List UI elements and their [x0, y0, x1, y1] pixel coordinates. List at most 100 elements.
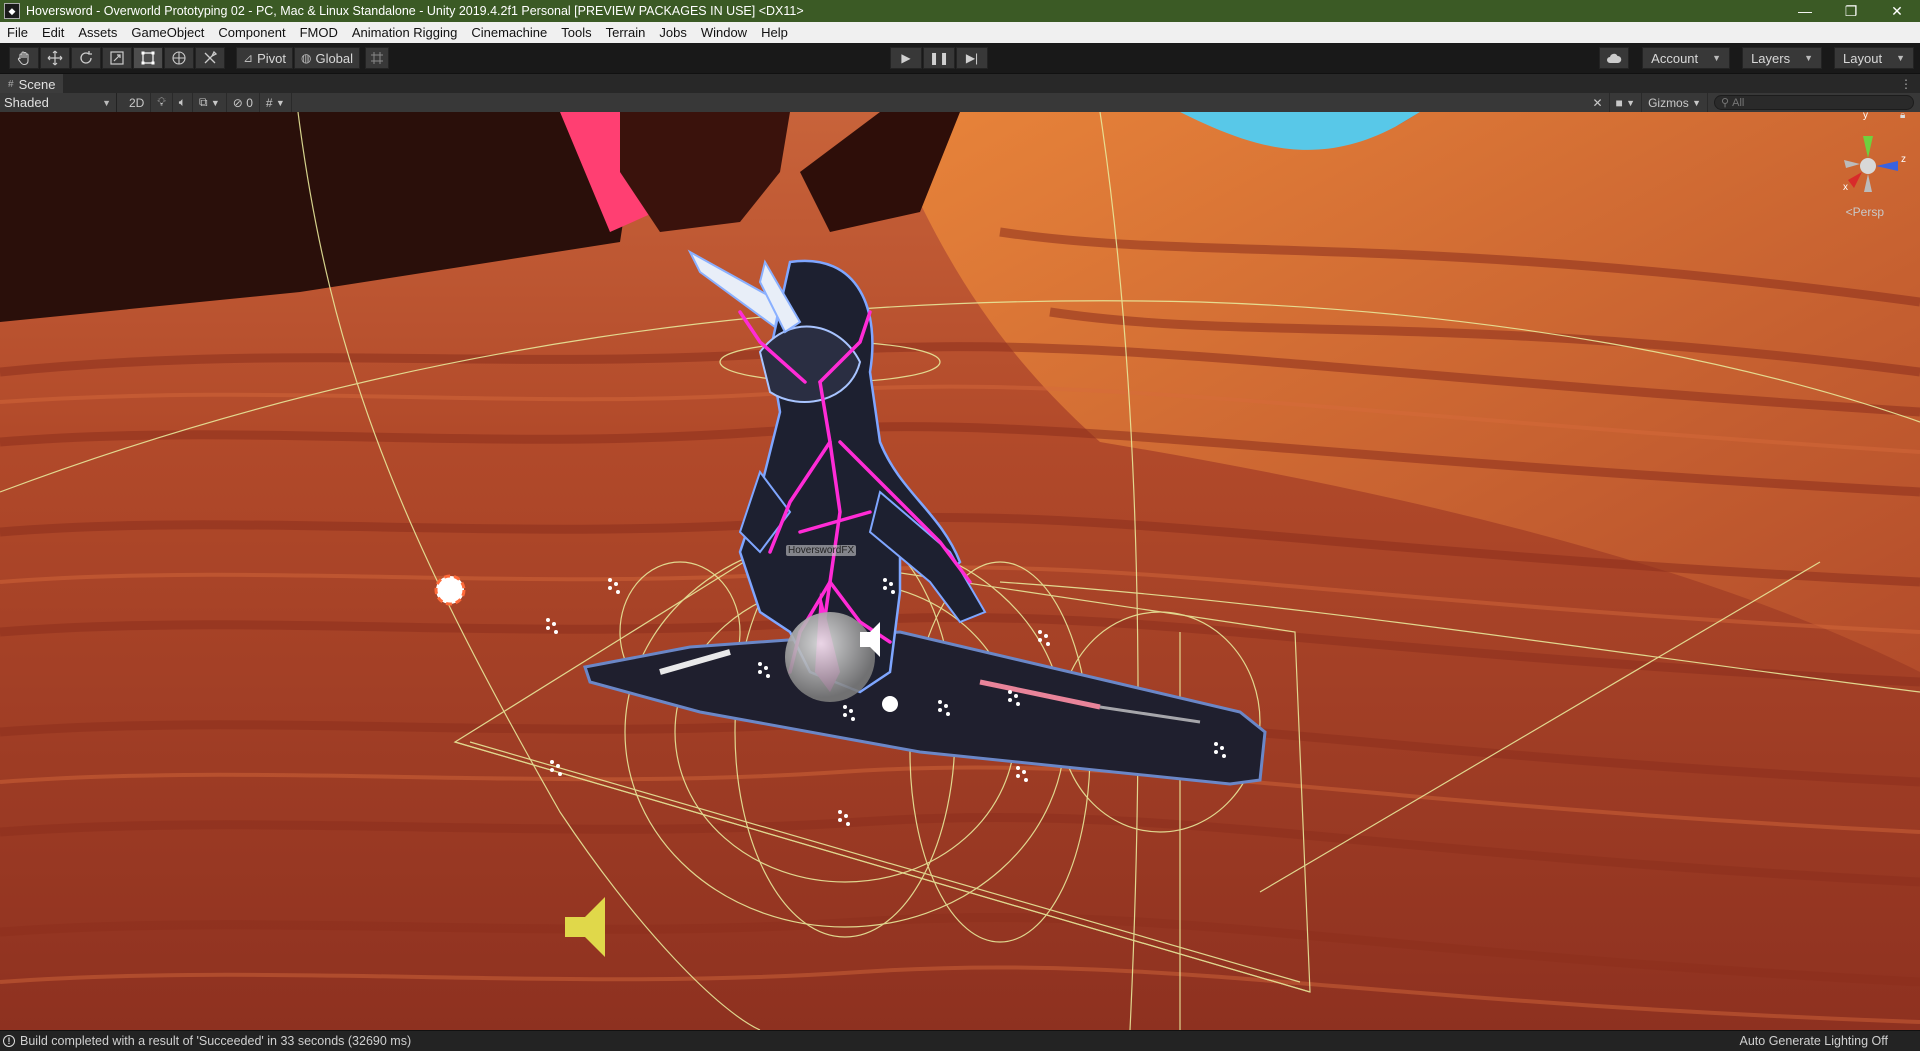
pivot-icon: ⊿ — [243, 51, 254, 65]
menu-animation-rigging[interactable]: Animation Rigging — [345, 22, 465, 43]
rotate-tool-button[interactable] — [71, 47, 101, 69]
global-toggle[interactable]: ◍ Global — [293, 47, 361, 69]
menu-window[interactable]: Window — [694, 22, 754, 43]
unity-logo-icon: ◆ — [4, 3, 20, 19]
menu-jobs[interactable]: Jobs — [652, 22, 693, 43]
scene-visibility-toggle[interactable]: ⊘ 0 — [227, 93, 260, 112]
lighting-toggle[interactable]: 💡︎ — [151, 93, 173, 112]
minimize-button[interactable]: — — [1782, 0, 1828, 22]
chevron-down-icon: ▼ — [1804, 53, 1814, 63]
menu-edit[interactable]: Edit — [35, 22, 71, 43]
rect-tool-button[interactable] — [133, 47, 163, 69]
chevron-down-icon: ▼ — [1692, 97, 1701, 108]
menu-component[interactable]: Component — [211, 22, 292, 43]
gizmos-label: Gizmos — [1648, 95, 1689, 110]
effects-dropdown[interactable]: ⧉ ▼ — [193, 93, 227, 112]
axis-x-label: x — [1843, 182, 1848, 193]
scene-search-input[interactable]: ⚲ All — [1714, 95, 1914, 110]
hand-tool-button[interactable] — [9, 47, 39, 69]
grid-dropdown[interactable]: # ▼ — [260, 93, 292, 112]
chevron-down-icon: ▼ — [1712, 53, 1722, 63]
account-label: Account — [1651, 50, 1699, 66]
play-icon: ▶ — [901, 51, 911, 65]
lightbulb-icon: 💡︎ — [157, 95, 166, 109]
scene-viewport[interactable]: y z x 🔒︎ <Persp HoverswordFX — [0, 112, 1920, 1030]
eye-slash-icon: ⊘ — [232, 95, 243, 110]
menu-help[interactable]: Help — [754, 22, 795, 43]
audio-toggle[interactable]: 🔈︎ — [173, 93, 193, 112]
chevron-down-icon: ▼ — [210, 97, 220, 108]
global-label: Global — [315, 50, 354, 66]
move-icon — [47, 50, 63, 66]
close-button[interactable]: ✕ — [1874, 0, 1920, 22]
scene-render — [0, 112, 1920, 1030]
window-titlebar: ◆ Hoversword - Overworld Prototyping 02 … — [0, 0, 1920, 22]
cloud-icon — [1607, 53, 1622, 63]
menu-file[interactable]: File — [0, 22, 35, 43]
status-bar: ! Build completed with a result of 'Succ… — [0, 1030, 1920, 1051]
pivot-toggle[interactable]: ⊿ Pivot — [236, 47, 293, 69]
collab-cloud-button[interactable] — [1599, 47, 1630, 69]
maximize-button[interactable]: ❐ — [1828, 0, 1874, 22]
2d-toggle[interactable]: 2D — [123, 93, 152, 112]
camera-icon: ■ — [1615, 95, 1623, 110]
shading-mode-label: Shaded — [4, 95, 49, 110]
transform-tool-button[interactable] — [164, 47, 194, 69]
chevron-down-icon: ▼ — [275, 97, 285, 108]
grid-snap-button[interactable] — [365, 47, 390, 69]
pause-button[interactable]: ❚❚ — [923, 47, 955, 69]
menu-assets[interactable]: Assets — [71, 22, 124, 43]
search-icon: ⚲ — [1721, 97, 1730, 109]
account-dropdown[interactable]: Account ▼ — [1642, 47, 1731, 69]
layout-label: Layout — [1843, 50, 1883, 66]
object-name-label: HoverswordFX — [786, 545, 857, 556]
camera-dropdown[interactable]: ■ ▼ — [1610, 93, 1643, 112]
hidden-count: 0 — [246, 95, 253, 110]
axis-z-label: z — [1901, 154, 1906, 165]
scene-tab-label: Scene — [18, 76, 56, 92]
window-title: Hoversword - Overworld Prototyping 02 - … — [26, 4, 804, 18]
menu-cinemachine[interactable]: Cinemachine — [464, 22, 554, 43]
layers-dropdown[interactable]: Layers ▼ — [1742, 47, 1823, 69]
pause-icon: ❚❚ — [928, 51, 950, 65]
shading-mode-dropdown[interactable]: Shaded ▼ — [0, 93, 117, 112]
status-message[interactable]: Build completed with a result of 'Succee… — [20, 1034, 411, 1048]
transform-icon — [172, 51, 186, 65]
hand-icon — [17, 51, 29, 66]
layers-label: Layers — [1751, 50, 1791, 66]
scale-tool-button[interactable] — [102, 47, 132, 69]
rotate-icon — [80, 51, 92, 64]
lighting-status: Auto Generate Lighting Off — [1739, 1034, 1888, 1048]
globe-icon: ◍ — [300, 51, 312, 65]
step-button[interactable]: ▶| — [956, 47, 988, 69]
custom-tool-button[interactable] — [195, 47, 225, 69]
main-toolbar: ⊿ Pivot ◍ Global ▶ ❚❚ ▶| Account ▼ Layers ▼ … — [0, 43, 1920, 73]
chevron-down-icon: ▼ — [1896, 53, 1905, 63]
menu-gameobject[interactable]: GameObject — [124, 22, 211, 43]
scene-toolbar: Shaded ▼ 2D 💡︎ 🔈︎ ⧉ ▼ ⊘ 0 # ▼ ✕ ■ ▼ Gizm… — [0, 93, 1920, 113]
menu-fmod[interactable]: FMOD — [293, 22, 345, 43]
scale-icon — [110, 51, 124, 65]
gizmos-dropdown[interactable]: Gizmos ▼ — [1642, 93, 1708, 112]
effects-icon: ⧉ — [198, 95, 208, 109]
wrench-icon: ✕ — [1592, 95, 1603, 110]
tab-scene[interactable]: # Scene — [0, 74, 64, 94]
menu-tools[interactable]: Tools — [554, 22, 598, 43]
tools-button[interactable]: ✕ — [1586, 93, 1610, 112]
pivot-label: Pivot — [257, 50, 286, 66]
perspective-toggle[interactable]: <Persp — [1846, 205, 1884, 219]
kebab-menu-icon[interactable]: ⋮ — [1900, 77, 1912, 91]
move-tool-button[interactable] — [40, 47, 70, 69]
chevron-down-icon: ▼ — [102, 97, 111, 108]
layout-dropdown[interactable]: Layout ▼ — [1834, 47, 1914, 69]
lock-icon[interactable]: 🔒︎ — [1900, 112, 1905, 121]
info-icon: ! — [3, 1035, 15, 1047]
step-icon: ▶| — [965, 51, 979, 65]
speaker-icon: 🔈︎ — [178, 95, 186, 109]
custom-tool-icon — [204, 50, 218, 64]
menu-bar: File Edit Assets GameObject Component FM… — [0, 22, 1920, 43]
play-button[interactable]: ▶ — [890, 47, 922, 69]
grid-icon: # — [265, 95, 273, 110]
menu-terrain[interactable]: Terrain — [599, 22, 653, 43]
grid-snap-icon — [371, 52, 384, 64]
